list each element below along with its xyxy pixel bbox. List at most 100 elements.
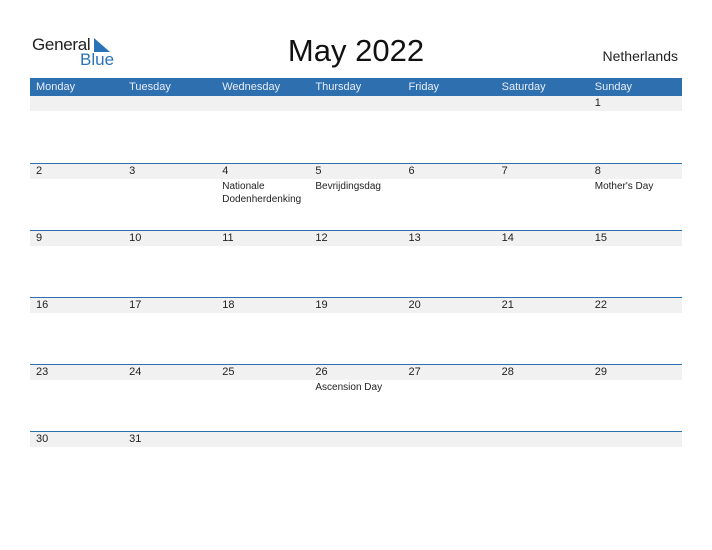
day-number: 28: [501, 366, 514, 378]
day-number: [222, 432, 309, 447]
weekday-saturday: Saturday: [501, 81, 546, 93]
week-row: 23 24 25 26 Ascension Day 27 28 29: [30, 364, 682, 431]
weekday-friday: Friday: [408, 81, 440, 93]
day-cell: 24: [123, 365, 216, 394]
day-number: 29: [594, 366, 607, 378]
day-number: 30: [36, 433, 49, 445]
day-number: [222, 96, 309, 111]
day-number: 23: [36, 366, 49, 378]
day-number: 16: [36, 299, 49, 311]
day-number: 26: [315, 366, 328, 378]
day-number: 19: [315, 299, 328, 311]
week-row: 16 17 18 19 20 21 22: [30, 297, 682, 364]
day-number: 24: [129, 366, 142, 378]
day-number: 9: [36, 232, 43, 244]
day-number: 21: [501, 299, 514, 311]
day-cell: 19: [309, 298, 402, 314]
day-cell: 2: [30, 164, 123, 206]
calendar: Monday Tuesday Wednesday Thursday Friday…: [30, 78, 682, 498]
day-cell: 9: [30, 231, 123, 247]
week-row: 30 31: [30, 431, 682, 498]
day-cell: [589, 432, 682, 448]
day-cell: 16: [30, 298, 123, 314]
day-cell: 11: [216, 231, 309, 247]
day-cell: 27: [403, 365, 496, 394]
day-cell: 15: [589, 231, 682, 247]
day-cell: 4 Nationale Dodenherdenking: [216, 164, 309, 206]
day-cell: 23: [30, 365, 123, 394]
day-cell: 5 Bevrijdingsdag: [309, 164, 402, 206]
day-cell: 13: [403, 231, 496, 247]
day-cell: [496, 96, 589, 112]
day-cell: 18: [216, 298, 309, 314]
day-cell: 17: [123, 298, 216, 314]
day-number: [409, 96, 496, 111]
day-number: 6: [408, 165, 415, 177]
day-cell: 14: [496, 231, 589, 247]
day-number: 2: [36, 165, 43, 177]
day-number: [315, 432, 402, 447]
weekday-tuesday: Tuesday: [129, 81, 171, 93]
holiday-label: Nationale Dodenherdenking: [222, 181, 302, 205]
day-number: 25: [222, 366, 235, 378]
day-number: 15: [594, 232, 607, 244]
day-cell: [309, 432, 402, 448]
day-cell: 26 Ascension Day: [309, 365, 402, 394]
day-number: [595, 432, 682, 447]
country-label: Netherlands: [602, 48, 679, 64]
day-number: 22: [594, 299, 607, 311]
day-cell: 28: [496, 365, 589, 394]
holiday-label: Ascension Day: [315, 382, 383, 393]
day-number: 27: [408, 366, 421, 378]
weekday-monday: Monday: [36, 81, 76, 93]
day-cell: 10: [123, 231, 216, 247]
day-number: 3: [129, 165, 136, 177]
weekday-sunday: Sunday: [594, 81, 633, 93]
day-cell: [496, 432, 589, 448]
day-number: [315, 96, 402, 111]
day-number: 13: [408, 232, 421, 244]
holiday-label: Mother's Day: [594, 181, 654, 192]
day-cell: 30: [30, 432, 123, 448]
day-number: 18: [222, 299, 235, 311]
day-cell: [403, 432, 496, 448]
day-cell: 25: [216, 365, 309, 394]
day-cell: [216, 96, 309, 112]
day-number: 5: [315, 165, 322, 177]
day-cell: [403, 96, 496, 112]
week-row: 2 3 4 Nationale Dodenherdenking 5 Bevrijdings…: [30, 163, 682, 230]
day-cell: 6: [403, 164, 496, 206]
weekday-thursday: Thursday: [315, 81, 362, 93]
day-cell: 20: [403, 298, 496, 314]
day-number: [502, 432, 589, 447]
day-number: 7: [501, 165, 508, 177]
day-number: 17: [129, 299, 142, 311]
day-number: [129, 96, 216, 111]
day-cell: 12: [309, 231, 402, 247]
day-number: 11: [222, 232, 234, 244]
day-number: 14: [501, 232, 514, 244]
day-number: 20: [408, 299, 421, 311]
day-cell: 29: [589, 365, 682, 394]
week-row: 9 10 11 12 13 14 15: [30, 230, 682, 297]
day-cell: 8 Mother's Day: [589, 164, 682, 206]
day-number: 4: [222, 165, 229, 177]
day-number: 10: [129, 232, 142, 244]
day-number: [409, 432, 496, 447]
day-cell: [309, 96, 402, 112]
weekday-header: Monday Tuesday Wednesday Thursday Friday…: [30, 78, 682, 96]
day-number: 1: [594, 97, 601, 109]
day-cell: 21: [496, 298, 589, 314]
day-number: 8: [594, 165, 601, 177]
day-cell: 1: [589, 96, 682, 112]
day-number: [502, 96, 589, 111]
day-cell: [216, 432, 309, 448]
day-cell: 31: [123, 432, 216, 448]
day-cell: 22: [589, 298, 682, 314]
day-cell: 3: [123, 164, 216, 206]
week-row: 1: [30, 96, 682, 163]
weekday-wednesday: Wednesday: [222, 81, 281, 93]
day-cell: [123, 96, 216, 112]
day-number: [36, 96, 123, 111]
day-cell: [30, 96, 123, 112]
